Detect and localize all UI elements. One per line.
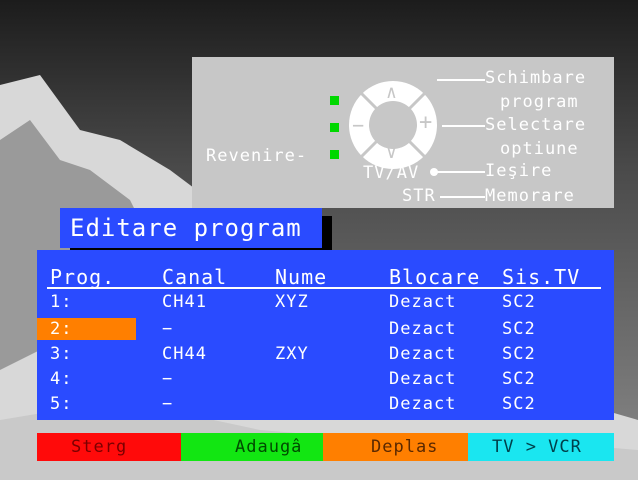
lock-cell: Dezact xyxy=(389,344,457,364)
delete-label: Sterg xyxy=(71,437,128,457)
header-canal: Canal xyxy=(162,265,228,289)
tv-system-cell: SC2 xyxy=(502,292,536,312)
select-option-line xyxy=(442,125,485,127)
name-cell: ZXY xyxy=(275,344,309,364)
tv-system-cell: SC2 xyxy=(502,369,536,389)
select-option-label-2: optiune xyxy=(500,139,579,159)
tv-vcr-label: TV > VCR xyxy=(492,437,582,457)
lock-cell: Dezact xyxy=(389,319,457,339)
tv-system-cell: SC2 xyxy=(502,394,536,414)
lock-cell: Dezact xyxy=(389,292,457,312)
remote-help-panel: ∧ ∨ − + Revenire- Schimbare program Sele… xyxy=(192,57,614,208)
table-row[interactable]: 4: − Dezact SC2 xyxy=(37,368,614,392)
back-label: Revenire- xyxy=(206,146,308,166)
header-nume: Nume xyxy=(275,265,328,289)
store-line xyxy=(440,196,485,198)
lock-cell: Dezact xyxy=(389,369,457,389)
prog-number: 1: xyxy=(50,292,73,312)
change-program-line xyxy=(437,79,485,81)
table-row[interactable]: 5: − Dezact SC2 xyxy=(37,393,614,417)
channel-cell: CH41 xyxy=(162,292,207,312)
dpad-plus-icon: + xyxy=(419,110,434,135)
prog-number: 3: xyxy=(50,344,73,364)
green-indicator-middle xyxy=(330,123,339,132)
title-box: Editare program xyxy=(60,208,322,248)
prog-number: 2: xyxy=(50,319,73,339)
name-cell: XYZ xyxy=(275,292,309,312)
orange-move-button[interactable]: Deplas xyxy=(323,433,468,461)
tv-system-cell: SC2 xyxy=(502,344,536,364)
cyan-tv-vcr-button[interactable]: TV > VCR xyxy=(468,433,614,461)
dpad-up-icon: ∧ xyxy=(386,82,398,103)
change-program-label-1: Schimbare xyxy=(485,68,587,88)
exit-label: Ieşire xyxy=(485,161,553,181)
select-option-label-1: Selectare xyxy=(485,115,587,135)
dpad-minus-icon: − xyxy=(352,113,366,137)
str-label: STR xyxy=(402,186,436,206)
channel-cell: − xyxy=(162,394,174,414)
table-row[interactable]: 1: CH41 XYZ Dezact SC2 xyxy=(37,291,614,315)
lock-cell: Dezact xyxy=(389,394,457,414)
green-indicator-top xyxy=(330,96,339,105)
prog-number: 5: xyxy=(50,394,73,414)
tvav-label: TV/AV xyxy=(363,163,420,183)
channel-cell: − xyxy=(162,369,174,389)
add-label: Adaugâ xyxy=(235,437,303,457)
table-row-selected[interactable]: 2: − Dezact SC2 xyxy=(37,318,614,342)
channel-cell: CH44 xyxy=(162,344,207,364)
dpad-down-icon: ∨ xyxy=(386,142,398,163)
change-program-label-2: program xyxy=(500,92,579,112)
page-title: Editare program xyxy=(70,214,302,242)
red-delete-button[interactable]: Sterg xyxy=(37,433,181,461)
table-row[interactable]: 3: CH44 ZXY Dezact SC2 xyxy=(37,343,614,367)
program-table-panel: Prog. Canal Nume Blocare Sis.TV 1: CH41 … xyxy=(37,250,614,420)
exit-line xyxy=(437,171,485,173)
store-label: Memorare xyxy=(485,186,575,206)
prog-number: 4: xyxy=(50,369,73,389)
header-blocare: Blocare xyxy=(389,265,481,289)
channel-cell: − xyxy=(162,319,174,339)
tv-system-cell: SC2 xyxy=(502,319,536,339)
green-add-button[interactable]: Adaugâ xyxy=(181,433,323,461)
move-label: Deplas xyxy=(371,437,439,457)
green-indicator-bottom xyxy=(330,150,339,159)
header-sistv: Sis.TV xyxy=(502,265,581,289)
header-prog: Prog. xyxy=(50,265,116,289)
header-divider xyxy=(47,287,601,289)
